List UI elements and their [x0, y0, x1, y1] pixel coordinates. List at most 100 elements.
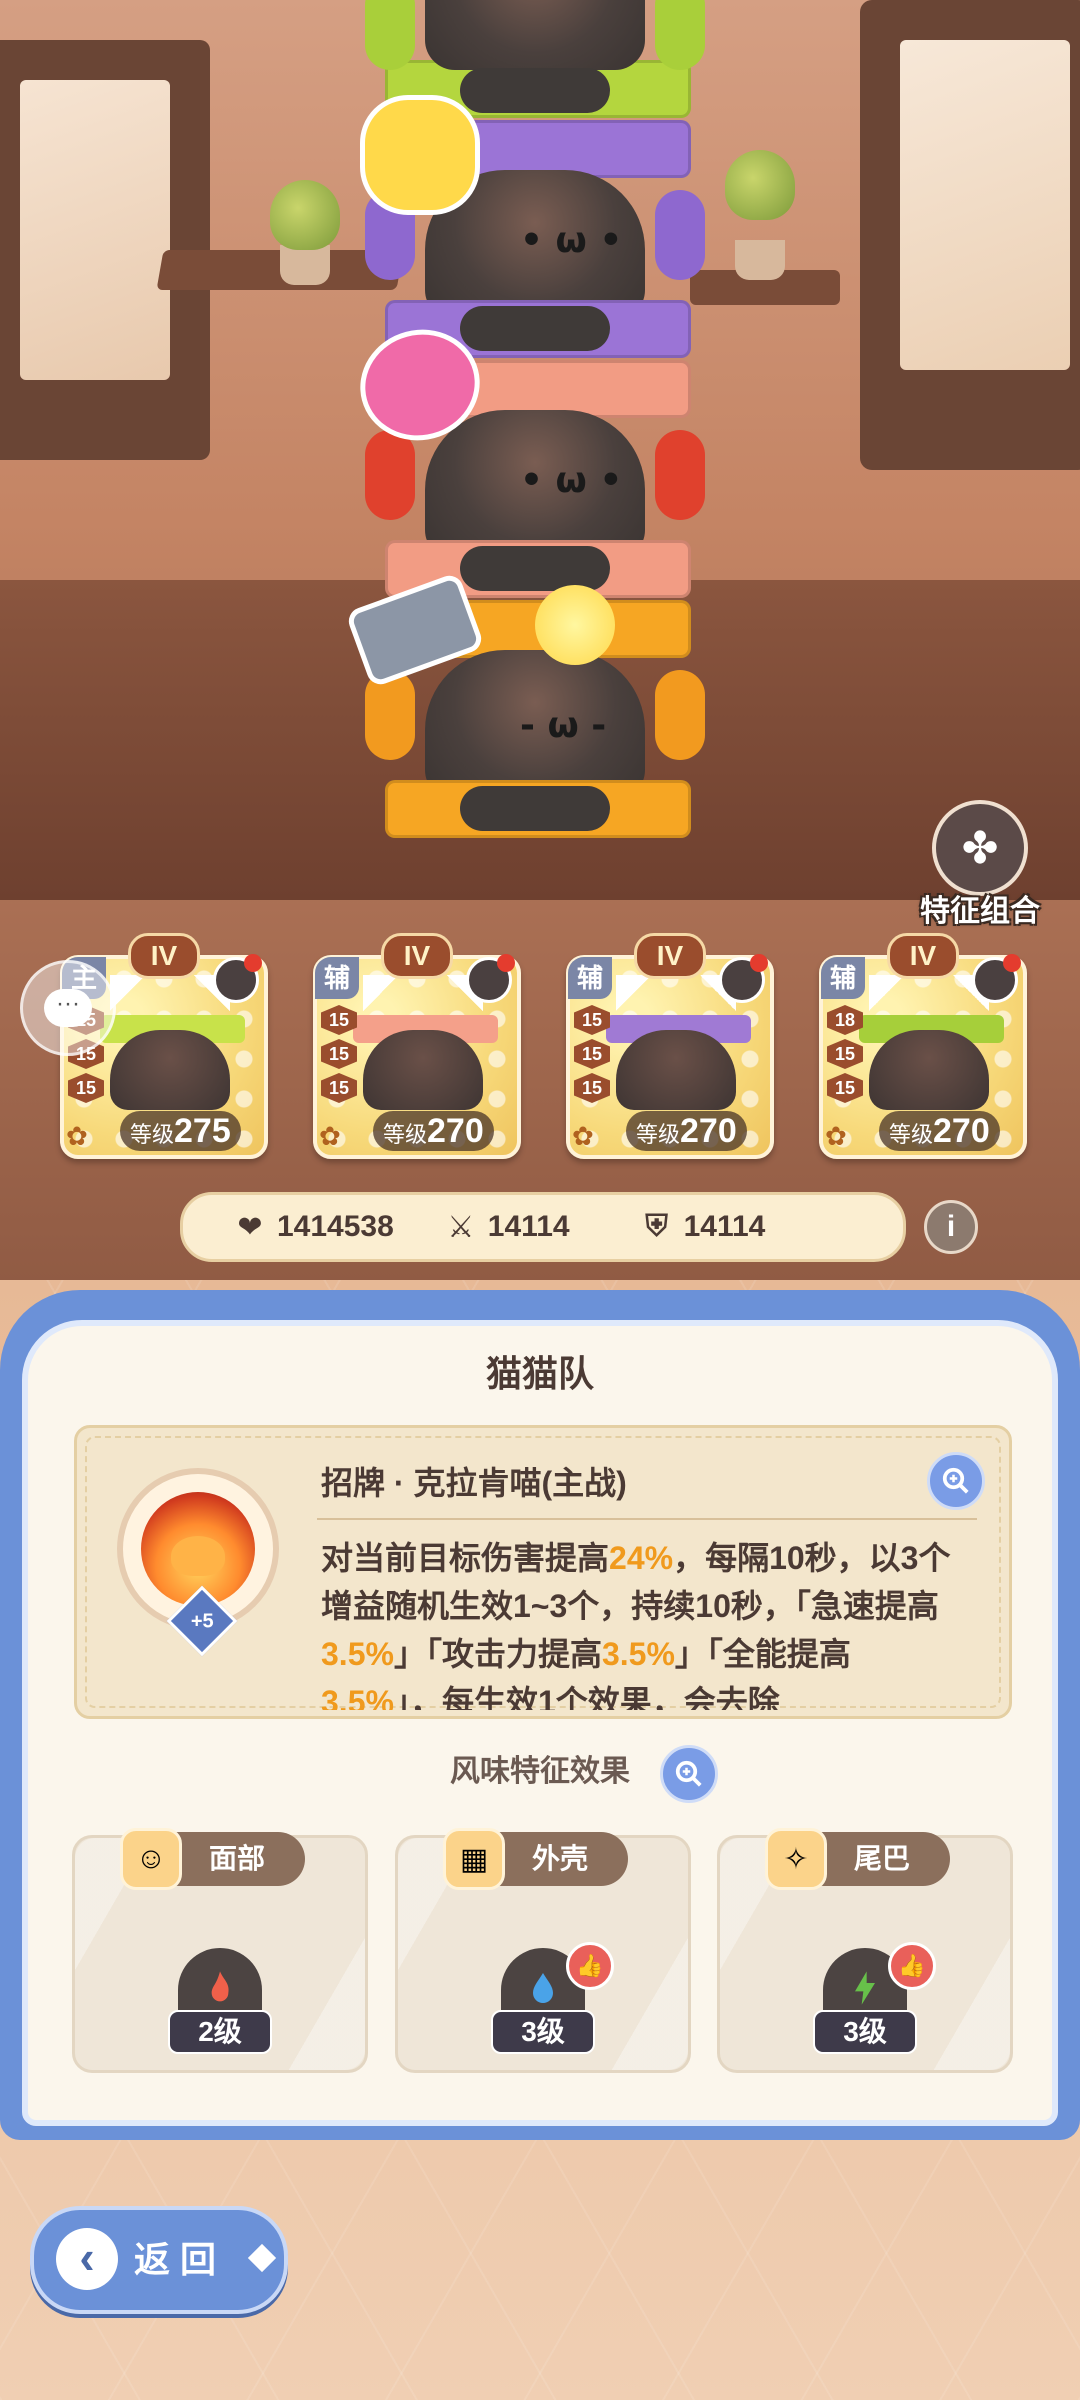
attack-value: 14114: [487, 1210, 570, 1243]
cat-body: [425, 0, 645, 70]
paw-icon: ✿: [66, 1121, 88, 1151]
defense-stat: ⛨ 14114: [640, 1210, 766, 1244]
trait-category-icon: ✧: [765, 1828, 827, 1890]
tier-stack: 18 15 15: [827, 1005, 863, 1107]
trait-combo-label: 特征组合: [920, 895, 1040, 928]
thumbs-up-icon: 👍: [566, 1942, 614, 1990]
cat-paws: [460, 786, 610, 831]
trait-level: 2级: [168, 2010, 272, 2054]
role-tag: 辅: [568, 957, 612, 999]
tier-stack: 15 15 15: [574, 1005, 610, 1107]
trait-slot-shell[interactable]: 外壳 ▦ 👍 3级: [395, 1828, 691, 2073]
role-tag: 辅: [315, 957, 359, 999]
side-decoration: [365, 0, 415, 70]
cat-portrait: [110, 1030, 230, 1110]
tier-level: 15: [827, 1039, 863, 1069]
tier-level: 15: [68, 1073, 104, 1103]
clover-icon: ✤: [932, 800, 1028, 896]
role-tag: 辅: [821, 957, 865, 999]
team-card[interactable]: IV 辅 15 15 15 ✿ 等级270: [313, 933, 521, 1159]
trait-level: 3级: [491, 2010, 595, 2054]
stats-bar: ❤ 1414538 ⚔ 14114 ⛨ 14114: [180, 1192, 906, 1262]
chat-button[interactable]: ···: [20, 960, 116, 1056]
tier-level: 15: [574, 1039, 610, 1069]
tier-level: 15: [321, 1039, 357, 1069]
back-label: 返回: [134, 2239, 227, 2280]
tier-stack: 15 15 15: [321, 1005, 357, 1107]
cat-face-icon: • ω •: [520, 460, 623, 501]
shield-icon: ⛨: [645, 1210, 668, 1243]
highlight-value: 24%: [609, 1540, 674, 1576]
cat-portrait: [869, 1030, 989, 1110]
cat-paws: [460, 306, 610, 351]
skill-zoom-button[interactable]: [927, 1452, 985, 1510]
cat-portrait: [616, 1030, 736, 1110]
trait-category-icon: ▦: [443, 1828, 505, 1890]
paw-icon: ✿: [572, 1121, 594, 1151]
rank-badge: IV: [634, 933, 706, 979]
tier-level: 15: [574, 1073, 610, 1103]
hp-value: 1414538: [277, 1210, 394, 1243]
back-arrow-icon: ‹: [56, 2228, 118, 2290]
flower-sticker-icon: [360, 95, 480, 215]
window-right: [860, 0, 1080, 470]
slime-icon: [171, 1536, 225, 1576]
tier-level: 15: [827, 1073, 863, 1103]
desc-text: 」「全能提高: [674, 1636, 851, 1672]
plant-pot: [735, 240, 785, 280]
cat-tower[interactable]: • ω • • ω • - ω -: [344, 0, 705, 850]
attack-stat: ⚔ 14114: [444, 1210, 570, 1245]
cat-face-icon: • ω •: [520, 220, 623, 261]
side-decoration: [655, 670, 705, 760]
team-card[interactable]: IV 辅 15 15 15 ✿ 等级270: [566, 933, 774, 1159]
trait-combo-button[interactable]: ✤ 特征组合: [895, 800, 1065, 928]
side-decoration: [655, 0, 705, 70]
element-badge-icon: [719, 954, 768, 1003]
side-decoration: [655, 430, 705, 520]
desc-text: 」「攻击力提高: [393, 1636, 602, 1672]
skill-description: 对当前目标伤害提高24%，每隔10秒，以3个增益随机生效1~3个，持续10秒，「…: [321, 1534, 971, 1710]
cat-paws: [460, 546, 610, 591]
cat-face-icon: - ω -: [520, 705, 607, 746]
card-level: 等级270: [879, 1111, 1000, 1151]
rank-badge: IV: [128, 933, 200, 979]
element-badge-icon: [972, 954, 1021, 1003]
plant: [725, 150, 795, 220]
trait-level: 3级: [813, 2010, 917, 2054]
side-decoration: [655, 190, 705, 280]
desc-text: 对当前目标伤害提高: [321, 1540, 610, 1576]
tier-level: 15: [321, 1073, 357, 1103]
rank-badge: IV: [381, 933, 453, 979]
flavor-zoom-button[interactable]: [660, 1745, 718, 1803]
skill-icon[interactable]: +5: [117, 1468, 279, 1657]
chat-icon: ···: [44, 989, 92, 1027]
highlight-value: 3.5%: [321, 1636, 394, 1672]
magnifier-icon: [675, 1760, 702, 1787]
card-level: 等级275: [120, 1111, 241, 1151]
plant: [270, 180, 340, 250]
glow-orb: [535, 585, 615, 665]
plant-pot: [280, 245, 330, 285]
defense-value: 14114: [683, 1210, 766, 1243]
skill-card: +5 招牌 · 克拉肯喵(主战) 对当前目标伤害提高24%，每隔10秒，以3个增…: [74, 1425, 1012, 1719]
divider: [317, 1518, 977, 1520]
heart-icon: ❤: [237, 1210, 263, 1244]
team-card[interactable]: IV 辅 18 15 15 ✿ 等级270: [819, 933, 1027, 1159]
thumbs-up-icon: 👍: [888, 1942, 936, 1990]
team-card-row: IV 主 15 15 15 ✿ 等级275 IV 辅 15 15 15 ✿ 等级…: [60, 933, 1040, 1160]
tier-level: 15: [574, 1005, 610, 1035]
cat-paws: [460, 68, 610, 113]
panel-title: 猫猫队: [485, 1353, 594, 1394]
tier-level: 18: [827, 1005, 863, 1035]
hp-stat: ❤ 1414538: [233, 1210, 394, 1245]
tier-level: 15: [321, 1005, 357, 1035]
side-decoration: [365, 430, 415, 520]
highlight-value: 3.5%: [321, 1684, 394, 1710]
paw-icon: ✿: [319, 1121, 341, 1151]
trait-category-icon: ☺: [120, 1828, 182, 1890]
back-button[interactable]: ‹ 返回: [30, 2206, 288, 2314]
card-level: 等级270: [373, 1111, 494, 1151]
trait-slot-tail[interactable]: 尾巴 ✧ 👍 3级: [717, 1828, 1013, 2073]
trait-slot-face[interactable]: 面部 ☺ 2级: [72, 1828, 368, 2073]
info-button[interactable]: i: [924, 1200, 978, 1254]
